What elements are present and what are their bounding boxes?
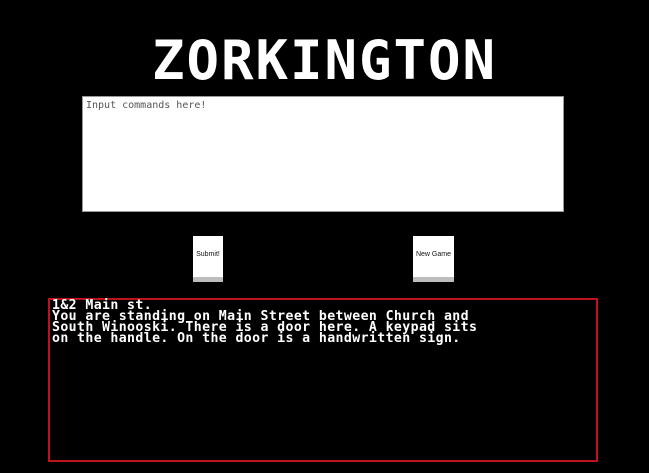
new-game-button[interactable]: New Game xyxy=(413,236,454,282)
submit-button[interactable]: Submit! xyxy=(193,236,223,282)
output-line: on the handle. On the door is a handwrit… xyxy=(52,331,461,346)
command-input[interactable] xyxy=(82,96,564,212)
game-output-panel: 1&2 Main st. You are standing on Main St… xyxy=(48,298,598,462)
game-title: ZORKINGTON xyxy=(151,29,498,92)
